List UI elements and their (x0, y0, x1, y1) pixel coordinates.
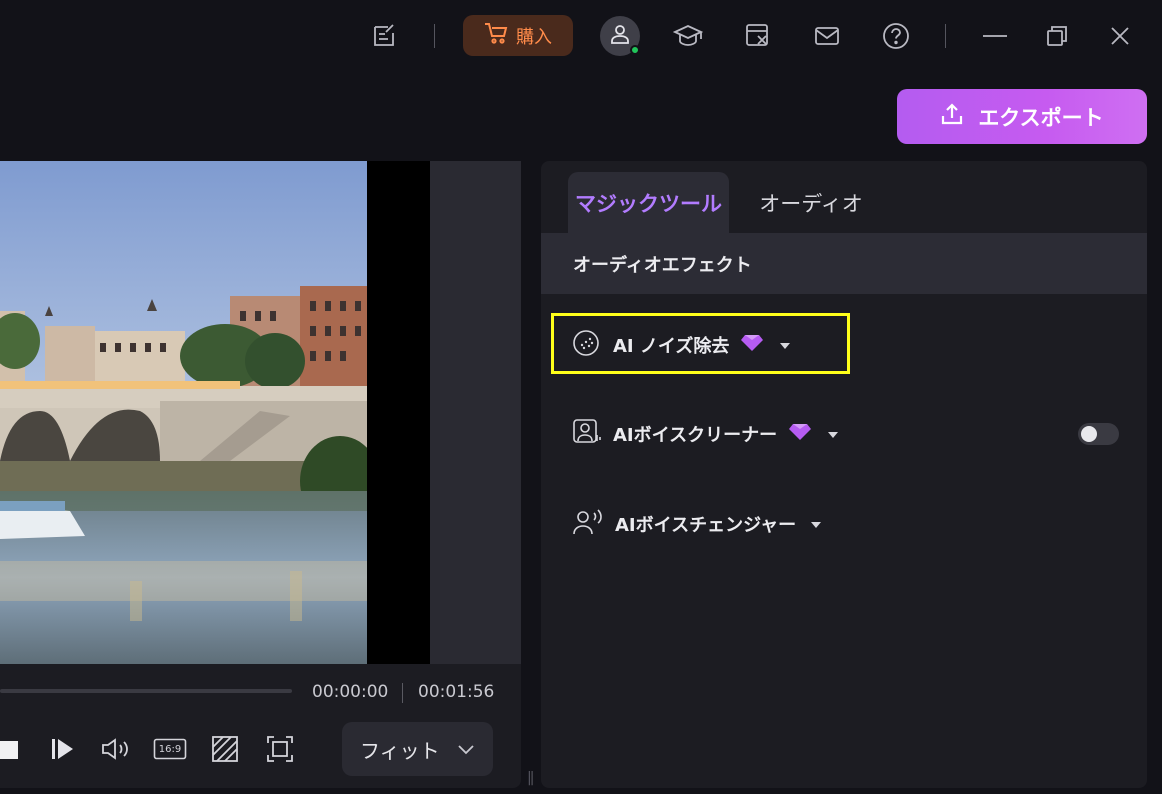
fit-label: フィット (360, 738, 440, 763)
toolbar-divider (945, 24, 946, 48)
panel-resize-grip[interactable]: || (527, 770, 535, 786)
user-icon (609, 23, 631, 49)
preview-side-area (430, 161, 521, 664)
buy-label: 購入 (516, 26, 552, 48)
restore-icon[interactable] (1039, 18, 1075, 54)
zoom-fit-dropdown[interactable]: フィット (342, 722, 493, 776)
section-title: オーディオエフェクト (541, 233, 1147, 294)
close-icon[interactable] (1102, 18, 1138, 54)
playback-seek-bar[interactable] (0, 689, 292, 693)
mask-icon[interactable] (206, 731, 244, 767)
play-next-frame-button[interactable] (44, 731, 80, 767)
tab-audio[interactable]: オーディオ (751, 172, 871, 233)
learn-icon[interactable] (671, 18, 705, 54)
video-frame (0, 161, 367, 664)
voice-cleaner-toggle[interactable] (1078, 423, 1119, 445)
toolbar-divider (434, 24, 435, 48)
fullscreen-icon[interactable] (260, 731, 300, 767)
voice-changer-icon (571, 507, 605, 542)
feature-ai-voice-changer[interactable]: AIボイスチェンジャー (571, 504, 826, 544)
chevron-down-icon (457, 737, 475, 761)
feature-ai-noise-removal[interactable]: AI ノイズ除去 (571, 325, 795, 365)
aspect-ratio-label: 16:9 (158, 743, 182, 755)
tab-label: マジックツール (575, 191, 722, 216)
dropdown-arrow-icon[interactable] (823, 424, 843, 445)
premium-gem-icon (741, 334, 764, 357)
title-bar: 購入 (0, 0, 1162, 72)
stop-button[interactable] (0, 731, 20, 767)
online-status-dot (630, 45, 640, 55)
panel-tabs: マジックツール オーディオ (541, 161, 1147, 233)
feature-label: AI ノイズ除去 (613, 336, 730, 357)
noise-removal-icon (571, 328, 601, 363)
feature-ai-voice-cleaner[interactable]: AIボイスクリーナー (571, 414, 843, 454)
section-title-text: オーディオエフェクト (573, 254, 752, 276)
toggle-knob (1081, 426, 1097, 442)
help-icon[interactable] (879, 18, 913, 54)
feature-label: AIボイスチェンジャー (615, 515, 797, 536)
tab-magic-tools[interactable]: マジックツール (568, 172, 729, 233)
premium-gem-icon (789, 423, 812, 446)
tools-icon[interactable] (741, 18, 775, 54)
voice-cleaner-icon (571, 417, 601, 452)
feedback-icon[interactable] (367, 18, 401, 54)
total-time: 00:01:56 (418, 682, 495, 702)
dropdown-arrow-icon[interactable] (775, 335, 795, 356)
user-avatar[interactable] (600, 16, 640, 56)
export-label: エクスポート (978, 105, 1104, 130)
aspect-ratio-button[interactable]: 16:9 (150, 731, 190, 767)
tools-panel: マジックツール オーディオ オーディオエフェクト AI ノイズ除去 AIボイスク… (541, 161, 1147, 788)
minimize-icon[interactable] (977, 18, 1013, 54)
buy-button[interactable]: 購入 (463, 15, 573, 56)
export-button[interactable]: エクスポート (897, 89, 1147, 144)
time-divider (402, 683, 403, 703)
volume-icon[interactable] (96, 731, 136, 767)
mail-icon[interactable] (810, 18, 844, 54)
preview-panel: 00:00:00 00:01:56 16:9 フィット (0, 161, 521, 788)
upload-icon (940, 102, 964, 131)
feature-label: AIボイスクリーナー (613, 425, 778, 446)
current-time: 00:00:00 (312, 682, 389, 702)
cart-icon (484, 22, 508, 49)
dropdown-arrow-icon[interactable] (806, 514, 826, 535)
video-viewport[interactable] (0, 161, 430, 664)
tab-label: オーディオ (759, 191, 863, 216)
